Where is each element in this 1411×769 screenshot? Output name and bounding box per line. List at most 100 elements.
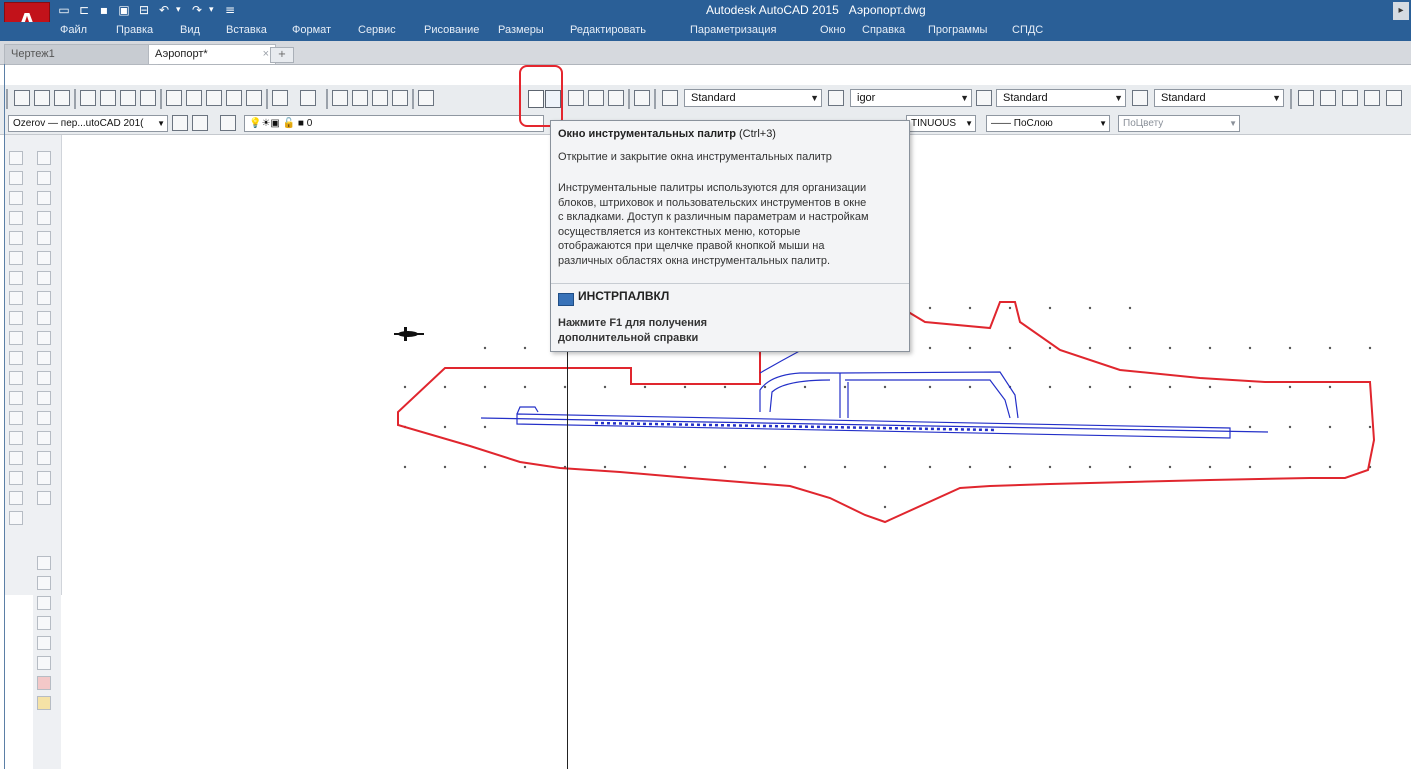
new-file-icon[interactable]: ▭ [56,2,72,18]
sheet-set-icon[interactable] [568,90,584,106]
stretch-icon[interactable] [37,311,51,325]
revcloud-icon[interactable] [9,291,23,305]
mirror-icon[interactable] [37,191,51,205]
qat-customize-icon[interactable]: ≡ [222,2,238,18]
plotstyle-select[interactable]: ПоЦвету ▼ [1118,115,1240,132]
undo-dropdown-icon[interactable]: ▾ [176,5,185,15]
menu-help[interactable]: Справка [862,24,905,36]
plot-toolbar-icon[interactable] [80,90,96,106]
circle-icon[interactable] [9,271,23,285]
toolbar-grip[interactable] [6,89,8,109]
table-style-select[interactable]: Standard ▼ [996,89,1126,107]
menu-draw[interactable]: Рисование [424,24,479,36]
plot-preview-icon[interactable] [100,90,116,106]
region-icon[interactable] [9,471,23,485]
zoom-realtime-icon[interactable] [352,90,368,106]
layer-properties-icon[interactable] [172,115,188,131]
ellipse-icon[interactable] [9,331,23,345]
menu-modify[interactable]: Редактировать [570,24,646,36]
menu-tools[interactable]: Сервис [358,24,396,36]
erase-icon[interactable] [37,151,51,165]
new-tab-button[interactable]: + [270,47,294,63]
menu-edit[interactable]: Правка [116,24,153,36]
hatch-icon[interactable] [9,431,23,445]
linetype-select[interactable]: TINUOUS ▼ [906,115,976,132]
open-icon[interactable] [34,90,50,106]
menu-view[interactable]: Вид [180,24,200,36]
menu-insert[interactable]: Вставка [226,24,267,36]
markup-icon[interactable] [588,90,604,106]
menu-file[interactable]: Файл [60,24,87,36]
rotate-icon[interactable] [37,271,51,285]
menu-spds[interactable]: СПДС [1012,24,1043,36]
break-at-point-icon[interactable] [37,371,51,385]
mleader-style-icon[interactable] [1132,90,1148,106]
dim-style-icon[interactable] [828,90,844,106]
blend-icon[interactable] [37,471,51,485]
undo-icon[interactable]: ↶ [156,2,172,18]
polygon-icon[interactable] [9,211,23,225]
polyline-icon[interactable] [9,191,23,205]
chamfer-icon[interactable] [37,431,51,445]
rectangle-icon[interactable] [9,231,23,245]
hatch-to-back-icon[interactable] [37,656,51,670]
line-icon[interactable] [9,151,23,165]
explode-icon[interactable] [37,491,51,505]
3d-print-icon[interactable] [140,90,156,106]
construction-line-icon[interactable] [9,171,23,185]
send-under-icon[interactable] [37,616,51,630]
properties-icon[interactable] [418,90,434,106]
new-icon[interactable] [14,90,30,106]
open-file-icon[interactable]: ⊏ [76,2,92,18]
point-icon[interactable] [9,411,23,425]
bring-to-front-icon[interactable] [37,556,51,570]
save-icon[interactable]: ▪ [96,2,112,18]
plot-icon[interactable]: ⊟ [136,2,152,18]
zoom-previous-icon[interactable] [392,90,408,106]
tab-airport[interactable]: Аэропорт* × [148,44,276,64]
match-properties-icon[interactable] [246,90,262,106]
menu-dimension[interactable]: Размеры [498,24,544,36]
menu-format[interactable]: Формат [292,24,331,36]
move-icon[interactable] [37,251,51,265]
calculator-icon[interactable] [608,90,624,106]
redo-icon[interactable]: ↷ [189,2,205,18]
table-icon[interactable] [9,491,23,505]
layer-states-icon[interactable] [192,115,208,131]
make-current-layer-icon[interactable] [220,115,236,131]
text-style-icon[interactable] [662,90,678,106]
save-toolbar-icon[interactable] [54,90,70,106]
viewport-icon[interactable] [1342,90,1358,106]
publish-icon[interactable] [120,90,136,106]
copy-object-icon[interactable] [37,171,51,185]
extend-icon[interactable] [37,351,51,365]
pan-icon[interactable] [332,90,348,106]
tab-drawing1[interactable]: Чертеж1 [4,44,158,65]
cut-icon[interactable] [166,90,182,106]
text-to-front-icon[interactable] [37,636,51,650]
redo-toolbar-icon[interactable] [300,90,316,106]
menu-programs[interactable]: Программы [928,24,987,36]
send-to-back-icon[interactable] [37,576,51,590]
layer-state-select[interactable]: Ozerov — пер...utoCAD 201(▼ [8,115,168,132]
mtext-icon[interactable] [9,511,23,525]
fillet-icon[interactable] [37,451,51,465]
undo-toolbar-icon[interactable] [272,90,288,106]
ellipse-arc-icon[interactable] [9,351,23,365]
layer-select[interactable]: 💡☀▣ 🔓 ■ 0 [244,115,544,132]
viewport-scale-icon[interactable] [1386,90,1402,106]
menu-window[interactable]: Окно [820,24,846,36]
mleader-style-select[interactable]: Standard ▼ [1154,89,1284,107]
scale-icon[interactable] [37,291,51,305]
dim-style-select[interactable]: igor ▼ [850,89,972,107]
table-style-icon[interactable] [976,90,992,106]
break-icon[interactable] [37,391,51,405]
gradient-icon[interactable] [9,451,23,465]
lineweight-select[interactable]: —— ПоСлою ▼ [986,115,1110,132]
layout-icon[interactable] [1320,90,1336,106]
paste-block-icon[interactable] [226,90,242,106]
raster-icon[interactable] [37,676,51,690]
arc-icon[interactable] [9,251,23,265]
ribbon-icon[interactable] [37,696,51,710]
infocenter-expand-icon[interactable]: ▸ [1393,2,1409,20]
